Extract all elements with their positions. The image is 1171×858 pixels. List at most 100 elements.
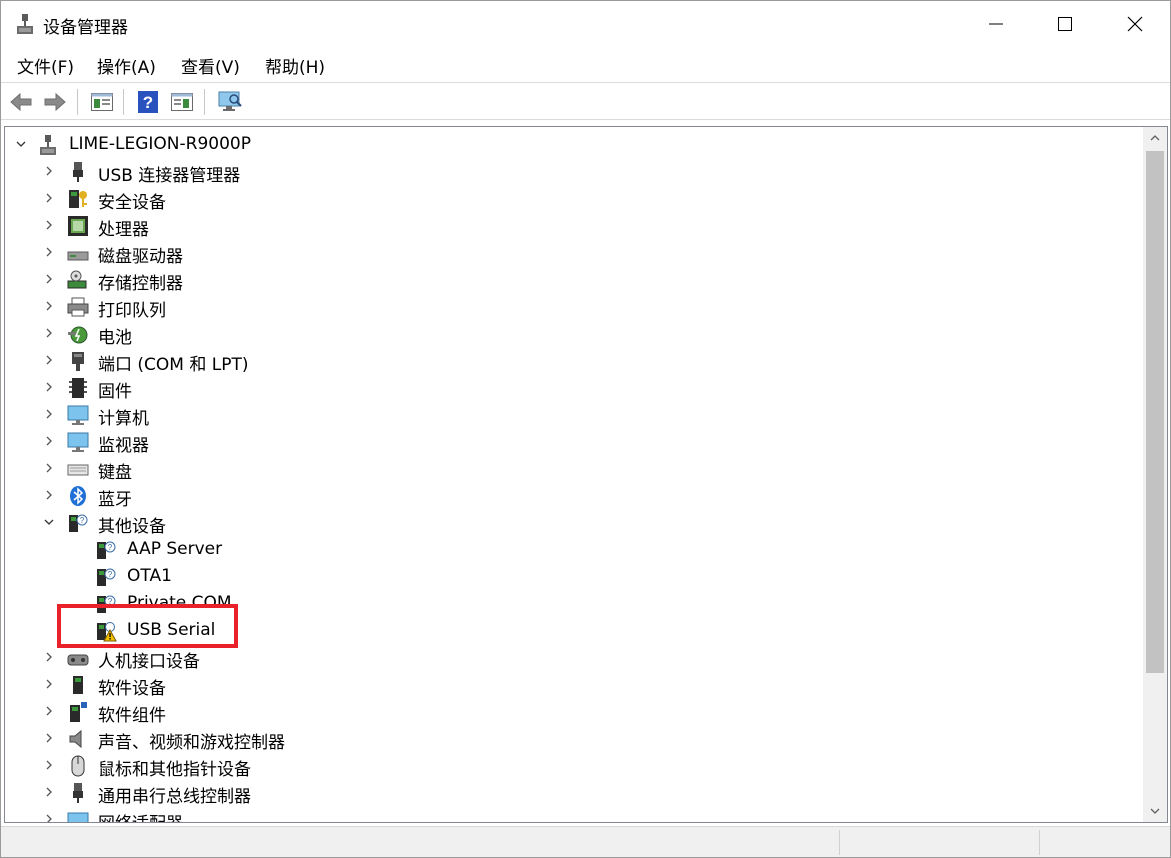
forward-icon — [44, 92, 66, 112]
unknown-device-icon: ? — [97, 568, 116, 586]
svg-text:?: ? — [80, 516, 85, 525]
chevron-right-icon[interactable] — [41, 756, 57, 774]
device-ota1[interactable]: ? OTA1 — [5, 563, 1143, 590]
category-label: 监视器 — [98, 436, 149, 456]
chevron-right-icon[interactable] — [41, 189, 57, 207]
chevron-right-icon[interactable] — [41, 297, 57, 315]
toolbar-separator — [77, 89, 78, 115]
update-driver-button[interactable] — [169, 89, 195, 115]
window-title: 设备管理器 — [43, 18, 128, 38]
toolbar-separator — [123, 89, 124, 115]
vertical-scrollbar[interactable] — [1143, 127, 1167, 822]
chevron-right-icon[interactable] — [41, 432, 57, 450]
close-button[interactable] — [1100, 1, 1170, 47]
status-cell — [1039, 830, 1170, 855]
chevron-right-icon[interactable] — [41, 216, 57, 234]
help-icon: ? — [138, 91, 158, 113]
tree-item-keyboards[interactable]: 键盘 — [5, 455, 1143, 483]
storage-controller-icon — [67, 270, 87, 289]
tree-item-batteries[interactable]: 电池 — [5, 320, 1143, 348]
tree-item-processors[interactable]: 处理器 — [5, 212, 1143, 240]
device-label: AAP Server — [127, 539, 223, 559]
audio-icon — [69, 729, 82, 749]
tree-item-storage-controllers[interactable]: 存储控制器 — [5, 266, 1143, 294]
chevron-right-icon[interactable] — [41, 162, 57, 180]
chevron-right-icon[interactable] — [41, 270, 57, 288]
device-aap-server[interactable]: ? AAP Server — [5, 536, 1143, 563]
battery-icon — [68, 326, 88, 344]
network-adapter-icon — [67, 812, 89, 822]
tree-item-usb-connector-manager[interactable]: USB 连接器管理器 — [5, 158, 1143, 186]
chevron-right-icon[interactable] — [41, 243, 57, 261]
tree-item-security-devices[interactable]: 安全设备 — [5, 185, 1143, 213]
category-label: 键盘 — [98, 463, 132, 483]
chevron-right-icon[interactable] — [41, 486, 57, 504]
tree-item-firmware[interactable]: 固件 — [5, 374, 1143, 402]
scroll-down-button[interactable] — [1143, 800, 1167, 822]
tree-item-print-queues[interactable]: 打印队列 — [5, 293, 1143, 321]
processor-icon — [68, 216, 88, 236]
status-cell — [839, 830, 1039, 855]
chevron-down-icon[interactable] — [13, 135, 29, 153]
firmware-icon — [69, 378, 87, 398]
category-label: 其他设备 — [98, 517, 166, 537]
tree-item-usb-controllers[interactable]: 通用串行总线控制器 — [5, 779, 1143, 807]
chevron-right-icon[interactable] — [41, 459, 57, 477]
security-device-icon — [69, 190, 87, 208]
tree-item-computer[interactable]: 计算机 — [5, 401, 1143, 429]
printer-icon — [67, 297, 89, 317]
toolbar: ? — [1, 82, 1170, 120]
properties-button[interactable] — [89, 89, 115, 115]
menu-file[interactable]: 文件(F) — [15, 53, 76, 78]
category-label: 软件设备 — [98, 679, 166, 699]
tree-item-software-devices[interactable]: 软件设备 — [5, 671, 1143, 699]
tree-item-software-components[interactable]: 软件组件 — [5, 698, 1143, 726]
chevron-right-icon[interactable] — [41, 729, 57, 747]
tree-item-mice[interactable]: 鼠标和其他指针设备 — [5, 752, 1143, 780]
tree-item-monitors[interactable]: 监视器 — [5, 428, 1143, 456]
title-bar[interactable]: 设备管理器 — [1, 1, 1170, 47]
tree-item-ports[interactable]: 端口 (COM 和 LPT) — [5, 347, 1143, 375]
chevron-right-icon[interactable] — [41, 378, 57, 396]
chevron-right-icon[interactable] — [41, 648, 57, 666]
chevron-right-icon[interactable] — [41, 702, 57, 720]
chevron-right-icon[interactable] — [41, 675, 57, 693]
tree-root[interactable]: LIME-LEGION-R9000P — [5, 131, 1143, 158]
software-device-icon — [73, 676, 83, 694]
scroll-up-button[interactable] — [1143, 127, 1167, 149]
chevron-up-icon — [1150, 135, 1160, 141]
chevron-right-icon[interactable] — [41, 351, 57, 369]
menu-help[interactable]: 帮助(H) — [263, 53, 327, 78]
chevron-right-icon[interactable] — [41, 783, 57, 801]
tree-item-human-interface-devices[interactable]: 人机接口设备 — [5, 644, 1143, 672]
chevron-down-icon[interactable] — [41, 513, 57, 531]
forward-button[interactable] — [42, 89, 68, 115]
help-button[interactable]: ? — [135, 89, 161, 115]
chevron-right-icon[interactable] — [41, 324, 57, 342]
category-label: 安全设备 — [98, 193, 166, 213]
tree-item-bluetooth[interactable]: 蓝牙 — [5, 482, 1143, 510]
chevron-right-icon[interactable] — [41, 405, 57, 423]
minimize-button[interactable] — [961, 1, 1031, 47]
tree-item-other-devices[interactable]: ? 其他设备 — [5, 509, 1143, 537]
chevron-right-icon[interactable] — [41, 810, 57, 822]
back-button[interactable] — [8, 89, 34, 115]
tree-item-network-adapters[interactable]: 网络适配器 — [5, 806, 1143, 822]
scan-hardware-button[interactable] — [217, 89, 243, 115]
category-label: 鼠标和其他指针设备 — [98, 760, 251, 780]
menu-action[interactable]: 操作(A) — [95, 53, 158, 78]
maximize-button[interactable] — [1030, 1, 1100, 47]
category-label: 通用串行总线控制器 — [98, 787, 251, 807]
menu-view[interactable]: 查看(V) — [179, 53, 242, 78]
category-label: 网络适配器 — [98, 809, 183, 822]
category-label: USB 连接器管理器 — [98, 166, 241, 186]
category-label: 处理器 — [98, 220, 149, 240]
highlight-box — [57, 604, 238, 648]
category-label: 存储控制器 — [98, 274, 183, 294]
device-tree-pane[interactable]: LIME-LEGION-R9000P USB 连接器管理器 安全设备 处理器 磁… — [4, 126, 1168, 823]
tree-item-disk-drives[interactable]: 磁盘驱动器 — [5, 239, 1143, 267]
tree-item-sound-video-game-controllers[interactable]: 声音、视频和游戏控制器 — [5, 725, 1143, 753]
scroll-thumb[interactable] — [1146, 151, 1164, 673]
category-label: 人机接口设备 — [98, 652, 200, 672]
category-label: 磁盘驱动器 — [98, 247, 183, 267]
